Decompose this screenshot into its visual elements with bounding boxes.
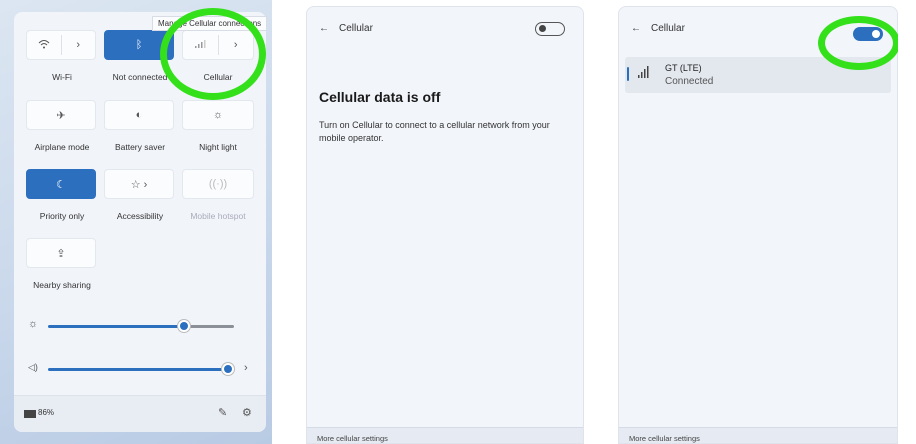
wifi-chevron-icon[interactable]: › — [62, 39, 96, 51]
cellular-title: Cellular — [651, 23, 685, 34]
airplane-icon: ✈ — [56, 109, 66, 122]
brightness-slider-track[interactable] — [188, 325, 234, 328]
cellular-off-flyout: ← Cellular Cellular data is off Turn on C… — [306, 6, 584, 444]
cellular-on-flyout: ← Cellular GT (LTE) Connected More cellul… — [618, 6, 898, 444]
battery-percentage: 86% — [38, 408, 55, 417]
mobile-hotspot-tile[interactable]: ((·)) — [182, 169, 254, 199]
cellular-toggle[interactable] — [535, 22, 565, 36]
wifi-icon[interactable] — [27, 39, 61, 52]
network-name: GT (LTE) — [665, 63, 702, 73]
airplane-mode-tile[interactable]: ✈ — [26, 100, 96, 130]
cellular-title: Cellular — [339, 23, 373, 34]
speaker-icon[interactable]: ◁) — [28, 362, 38, 373]
brightness-slider-fill[interactable] — [48, 325, 184, 328]
cellular-off-panel: ← Cellular Cellular data is off Turn on C… — [306, 6, 584, 444]
cellular-off-heading: Cellular data is off — [319, 89, 441, 105]
focus-assist-label: Priority only — [39, 211, 85, 221]
mobile-hotspot-label: Mobile hotspot — [190, 211, 246, 221]
quick-settings-panel: › Wi-Fi ᛒ Not connected › Cellular ✈ Air… — [0, 0, 272, 444]
settings-gear-icon[interactable]: ⚙ — [242, 406, 252, 419]
nearby-sharing-label: Nearby sharing — [33, 280, 91, 290]
brightness-icon: ☼ — [28, 318, 39, 330]
battery-icon — [24, 410, 36, 418]
highlight-circle — [818, 16, 898, 70]
battery-saver-label: Battery saver — [114, 142, 166, 152]
more-cellular-settings-link[interactable]: More cellular settings — [307, 427, 583, 443]
focus-assist-tile[interactable]: ☾ — [26, 169, 96, 199]
brightness-slider-thumb[interactable] — [178, 320, 190, 332]
cellular-off-description: Turn on Cellular to connect to a cellula… — [319, 120, 550, 143]
bluetooth-icon: ᛒ — [135, 39, 143, 51]
accessibility-label: Accessibility — [116, 211, 164, 221]
night-light-tile[interactable]: ☼ — [182, 100, 254, 130]
cellular-signal-icon — [637, 65, 651, 84]
network-status: Connected — [665, 76, 714, 87]
more-cellular-settings-link[interactable]: More cellular settings — [619, 427, 897, 443]
edit-pencil-icon[interactable]: ✎ — [218, 406, 227, 419]
selected-indicator — [627, 67, 629, 81]
accessibility-icon: ☆ › — [130, 178, 148, 191]
back-arrow-icon[interactable]: ← — [319, 23, 329, 34]
cellular-on-panel: ← Cellular GT (LTE) Connected More cellul… — [618, 6, 898, 444]
wifi-tile[interactable]: › — [26, 30, 96, 60]
volume-slider-fill[interactable] — [48, 368, 226, 371]
battery-saver-tile[interactable]: ◐ — [104, 100, 174, 130]
airplane-mode-label: Airplane mode — [34, 142, 90, 152]
wifi-label: Wi-Fi — [52, 72, 72, 82]
share-icon: ⇪ — [56, 247, 66, 260]
sun-icon: ☼ — [212, 109, 224, 121]
battery-saver-icon: ◐ — [135, 109, 143, 121]
back-arrow-icon[interactable]: ← — [631, 23, 641, 34]
quick-settings-footer: 86% ✎ ⚙ — [14, 395, 266, 432]
hotspot-icon: ((·)) — [208, 178, 228, 190]
night-light-label: Night light — [199, 142, 237, 152]
audio-output-chevron-icon[interactable]: › — [244, 362, 248, 374]
highlight-circle — [160, 8, 266, 100]
nearby-sharing-tile[interactable]: ⇪ — [26, 238, 96, 268]
moon-icon: ☾ — [56, 178, 66, 191]
cellular-off-header: ← Cellular — [319, 23, 373, 34]
accessibility-tile[interactable]: ☆ › — [104, 169, 174, 199]
volume-slider-thumb[interactable] — [222, 363, 234, 375]
cellular-on-header: ← Cellular — [631, 23, 685, 34]
